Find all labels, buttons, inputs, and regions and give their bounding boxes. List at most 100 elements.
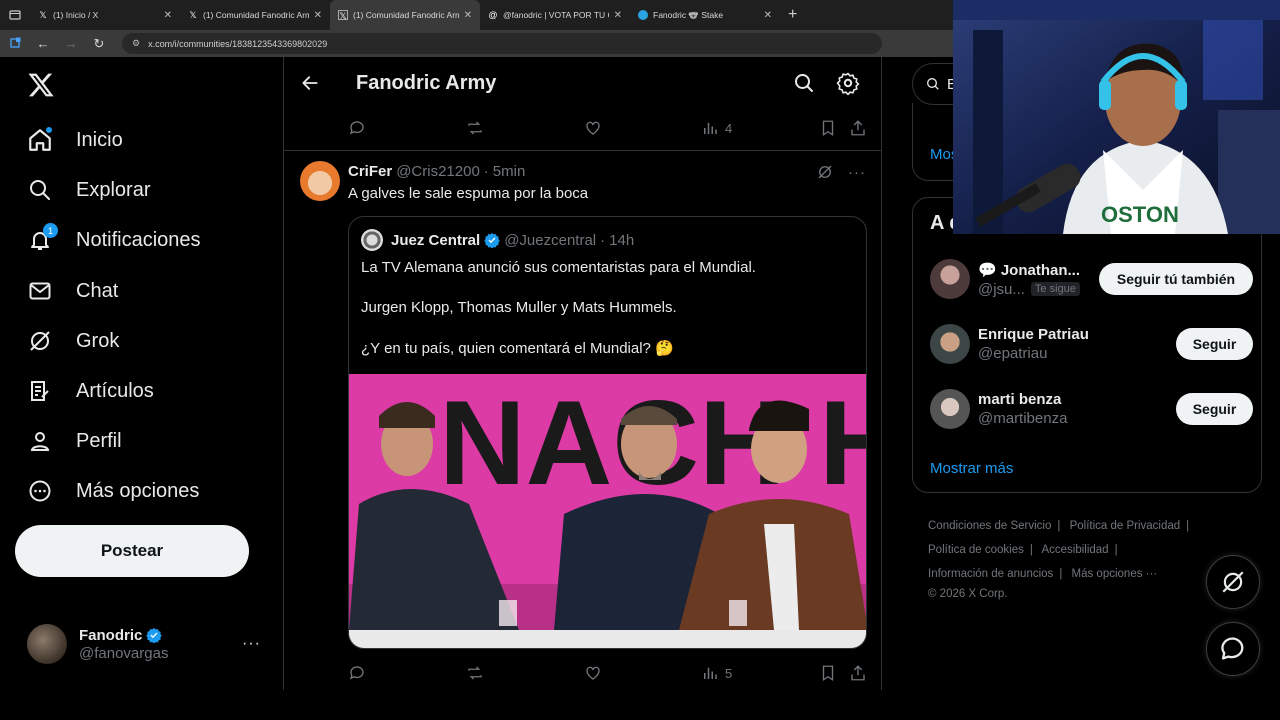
avatar: [930, 389, 970, 429]
browser-tab[interactable]: @ @fanodric | VOTA POR TU CONTENIDO ✕: [480, 0, 630, 30]
new-tab-button[interactable]: +: [780, 6, 805, 24]
footer-link[interactable]: Accesibilidad: [1041, 544, 1108, 556]
close-tab-icon[interactable]: ✕: [164, 10, 172, 21]
bookmark-button[interactable]: [819, 119, 837, 137]
post-actions: 5: [344, 663, 867, 683]
chart-icon: [704, 667, 717, 679]
tab-title: (1) Comunidad Fanodric Army / X: [203, 10, 309, 20]
sidebar-item-label: Notificaciones: [76, 228, 201, 251]
sidebar-item-mas-opciones[interactable]: Más opciones: [26, 471, 199, 511]
footer-link[interactable]: Información de anuncios: [928, 568, 1053, 580]
close-tab-icon[interactable]: ✕: [764, 10, 772, 21]
close-tab-icon[interactable]: ✕: [464, 10, 472, 21]
avatar[interactable]: [300, 161, 340, 201]
post-handle[interactable]: @Cris21200: [396, 163, 480, 180]
browser-tab[interactable]: Fanodric 🐨 Stake ✕: [630, 0, 780, 30]
sidebar-item-perfil[interactable]: Perfil: [26, 421, 122, 461]
more-icon[interactable]: ···: [242, 635, 261, 653]
share-button[interactable]: [849, 119, 867, 137]
svg-text:OSTON: OSTON: [1101, 202, 1179, 227]
repost-button[interactable]: [466, 664, 484, 682]
copyright: © 2026 X Corp.: [928, 588, 1008, 600]
footer-link[interactable]: Política de cookies: [928, 544, 1024, 556]
post-time[interactable]: 5min: [493, 163, 526, 180]
grok-icon[interactable]: [816, 163, 834, 181]
account-switcher[interactable]: Fanodric @fanovargas ···: [27, 622, 267, 666]
reload-icon[interactable]: ↻: [90, 36, 108, 52]
forward-icon[interactable]: →: [62, 36, 80, 51]
browser-tab[interactable]: 𝕏 (1) Comunidad Fanodric Army / X ✕: [180, 0, 330, 30]
post-author[interactable]: CriFer: [348, 163, 392, 180]
show-more-link[interactable]: Mostrar más: [930, 460, 1013, 477]
avatar: [930, 324, 970, 364]
follow-button[interactable]: Seguir: [1176, 393, 1253, 425]
reply-icon: [349, 121, 364, 135]
footer-link[interactable]: Condiciones de Servicio: [928, 520, 1051, 532]
gear-icon[interactable]: [836, 71, 860, 95]
back-button[interactable]: [284, 73, 336, 93]
quoted-post[interactable]: Juez Central @Juezcentral · 14h La TV Al…: [348, 216, 867, 649]
tab-title: (1) Inicio / X: [53, 10, 99, 20]
reply-icon: [349, 666, 364, 680]
share-icon: [851, 665, 865, 681]
reply-button[interactable]: [348, 664, 366, 682]
messages-fab-button[interactable]: [1206, 622, 1260, 676]
address-bar[interactable]: ⚙ x.com/i/communities/183812354336980202…: [122, 33, 882, 54]
quote-author: Juez Central: [391, 231, 481, 249]
tab-actions-icon[interactable]: [0, 0, 30, 30]
x-logo-icon[interactable]: [27, 71, 55, 99]
workspaces-icon[interactable]: [6, 36, 24, 51]
browser-tab-active[interactable]: 𝕏 (1) Comunidad Fanodric Army / X ✕: [330, 0, 480, 30]
account-name: Fanodric: [79, 626, 143, 644]
repost-button[interactable]: [466, 119, 484, 137]
browser-tab[interactable]: 𝕏 (1) Inicio / X ✕: [30, 0, 180, 30]
sidebar-item-chat[interactable]: Chat: [26, 271, 118, 311]
tab-title: @fanodric | VOTA POR TU CONTENIDO: [503, 10, 609, 20]
post-button[interactable]: Postear: [15, 525, 249, 577]
suggestion-name: marti benza: [978, 391, 1062, 408]
quote-handle: @Juezcentral: [504, 231, 597, 249]
tab-title: (1) Comunidad Fanodric Army / X: [353, 10, 459, 20]
site-info-icon[interactable]: ⚙: [132, 38, 140, 49]
sidebar-item-notificaciones[interactable]: 1 Notificaciones: [26, 220, 201, 260]
follow-back-button[interactable]: Seguir tú también: [1099, 263, 1253, 295]
more-icon[interactable]: ···: [848, 164, 866, 181]
search-icon[interactable]: [792, 71, 816, 95]
footer-link[interactable]: Política de Privacidad: [1070, 520, 1181, 532]
quote-media-image[interactable]: NACH HA: [349, 374, 866, 630]
sidebar-item-articulos[interactable]: Artículos: [26, 371, 154, 411]
grok-fab-button[interactable]: [1206, 555, 1260, 609]
footer-link[interactable]: Más opciones ···: [1072, 568, 1158, 580]
follow-suggestion[interactable]: Enrique Patriau @epatriau Seguir: [930, 322, 1253, 366]
back-icon[interactable]: ←: [34, 36, 52, 51]
post-text: A galves le sale espuma por la boca: [348, 185, 589, 202]
repost-icon: [468, 666, 482, 680]
avatar: [361, 229, 383, 251]
sidebar-item-label: Explorar: [76, 178, 151, 201]
views-button[interactable]: 4: [701, 119, 732, 137]
follow-button[interactable]: Seguir: [1176, 328, 1253, 360]
sidebar-item-grok[interactable]: Grok: [26, 321, 119, 361]
reply-button[interactable]: [348, 119, 366, 137]
sidebar-item-inicio[interactable]: Inicio: [26, 120, 123, 160]
sidebar-item-explorar[interactable]: Explorar: [26, 170, 150, 210]
follow-suggestion[interactable]: marti benza @martibenza Seguir: [930, 387, 1253, 431]
separator-dot: ·: [483, 163, 489, 180]
bookmark-icon: [822, 120, 834, 137]
like-button[interactable]: [584, 664, 602, 682]
search-icon: [26, 176, 54, 204]
close-tab-icon[interactable]: ✕: [614, 10, 622, 21]
close-tab-icon[interactable]: ✕: [314, 10, 322, 21]
views-button[interactable]: 5: [701, 664, 732, 682]
like-button[interactable]: [584, 119, 602, 137]
prev-post-actions: 4: [344, 118, 867, 138]
bookmark-button[interactable]: [819, 664, 837, 682]
share-button[interactable]: [849, 664, 867, 682]
webcam-overlay: OSTON: [953, 0, 1280, 234]
views-count: 5: [725, 665, 733, 681]
separator-dot: ·: [600, 231, 606, 249]
main-timeline: Fanodric Army 4 CriFer @Cris21200 · 5min…: [283, 57, 882, 690]
follow-suggestion[interactable]: 💬 Jonathan... @jsu... Te sigue Seguir tú …: [930, 257, 1253, 301]
page-title: Fanodric Army: [356, 71, 497, 94]
suggestion-handle: @martibenza: [978, 410, 1068, 427]
